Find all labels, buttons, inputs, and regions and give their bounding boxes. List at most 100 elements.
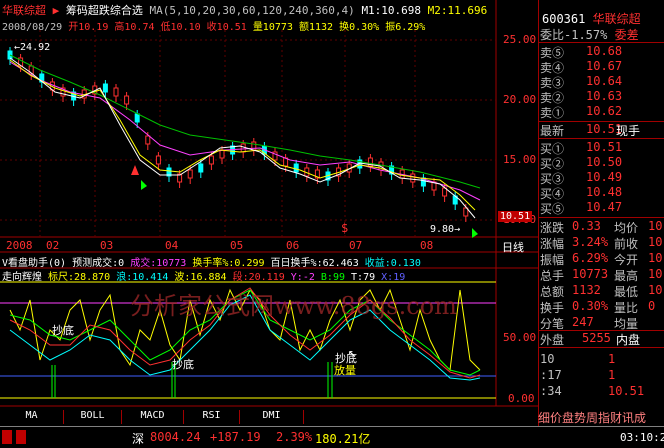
- buy-price: 10.47: [586, 200, 623, 214]
- stat-value: 1132: [572, 283, 601, 297]
- time-02: 02: [46, 239, 60, 252]
- stat-label: 总额: [540, 285, 565, 299]
- status-bar: 深 8004.24 +187.19 2.39% 180.21亿 03:10:2: [0, 426, 664, 448]
- stat-label-2: 均价: [614, 221, 639, 235]
- status-pct: 2.39%: [276, 430, 313, 444]
- tab-dmi[interactable]: DMI: [240, 410, 304, 424]
- sub2-title[interactable]: 走向辉煌: [2, 272, 42, 283]
- sell-row: 卖④ 10.67: [538, 59, 664, 75]
- tab-rsi[interactable]: RSI: [184, 410, 240, 424]
- latest-label: 最新: [540, 124, 565, 138]
- buy-row: 买③ 10.49: [538, 170, 664, 186]
- buy-arrow-icon: [131, 165, 139, 175]
- status-change: +187.19: [210, 430, 261, 444]
- stat-label: 涨幅: [540, 237, 565, 251]
- sell-label: 卖①: [540, 106, 565, 120]
- stat-label: 换手: [540, 301, 565, 315]
- candle: [134, 113, 140, 123]
- sell-row: 卖② 10.63: [538, 89, 664, 105]
- stat-value: 10773: [572, 267, 609, 281]
- latest-row: 最新 10.51 现手: [538, 122, 664, 138]
- watermark: 分析家公式网www.88gs.com: [130, 292, 457, 320]
- sell-row: 卖③ 10.64: [538, 74, 664, 90]
- indicator-name[interactable]: 筹码超跌综合选: [66, 4, 143, 17]
- candle: [240, 143, 246, 153]
- weibi-row: 委比-1.57% 委差: [540, 26, 639, 43]
- tab-macd[interactable]: MACD: [122, 410, 184, 424]
- sub2-t: T:79: [351, 272, 376, 283]
- candle: [113, 87, 119, 97]
- stat-label-2: 量比: [614, 301, 639, 315]
- buy-row: 买⑤ 10.47: [538, 200, 664, 216]
- stat-label-2: 最低: [614, 285, 639, 299]
- quote-bottom-tabs[interactable]: 细价盘势周指财讯成: [538, 409, 646, 426]
- stat-row: 振幅 6.29% 今开 10: [538, 251, 664, 267]
- sell-price: 10.64: [586, 74, 623, 88]
- time-06: 06: [286, 239, 300, 252]
- buy-row: 买① 10.51: [538, 140, 664, 156]
- buy-price: 10.50: [586, 155, 623, 169]
- candle: [102, 83, 108, 93]
- stat-row: 总额 1132 最低 10: [538, 283, 664, 299]
- tick-time: :34: [540, 384, 562, 398]
- latest-suffix: 现手: [616, 124, 641, 138]
- stat-label-2: 均量: [614, 317, 639, 331]
- mouse-cursor-icon: ↖: [348, 345, 357, 361]
- bottom-label-2: 抄底: [172, 358, 194, 371]
- candle: [208, 155, 214, 165]
- stat-row: 涨幅 3.24% 前收 10: [538, 235, 664, 251]
- price-axis-25: 25.00: [503, 33, 537, 46]
- candlesticks: [7, 47, 469, 222]
- sell-price: 10.68: [586, 44, 623, 58]
- stat-value-2: 10: [648, 283, 663, 297]
- buy-label: 买⑤: [540, 202, 565, 216]
- time-08: 08: [420, 239, 434, 252]
- sub2-x: X:19: [381, 272, 406, 283]
- info-amount: 额1132: [298, 22, 334, 33]
- dollar-mark: $: [341, 221, 349, 235]
- sell-row: 卖① 10.62: [538, 104, 664, 120]
- stat-label-2: 前收: [614, 237, 639, 251]
- tick-row: :34 10.51: [538, 384, 664, 399]
- stat-label-2: 最高: [614, 269, 639, 283]
- current-price-tag: 10.51: [498, 211, 533, 222]
- up-arrow-icon: [141, 180, 147, 190]
- buy-price: 10.48: [586, 185, 623, 199]
- ma-line-long: [9, 54, 481, 189]
- tick-value: 1: [608, 352, 616, 366]
- stat-row: 涨跌 0.33 均价 10: [538, 219, 664, 235]
- stat-value-2: 10: [648, 219, 663, 233]
- buy-price: 10.51: [586, 140, 623, 154]
- line-type-label[interactable]: 日线: [502, 239, 524, 255]
- stat-value-2: 10: [648, 251, 663, 265]
- sub2-header: 走向辉煌 标尺:28.870 浪:10.414 波:16.884 段:20.11…: [2, 268, 405, 283]
- stat-label: 总手: [540, 269, 565, 283]
- tab-ma[interactable]: MA: [0, 410, 64, 424]
- title-bar: 华联综超 ▶ 筹码超跌综合选 MA(5,10,20,30,60,120,240,…: [2, 2, 487, 18]
- tick-time: :17: [540, 368, 562, 382]
- sell-price: 10.67: [586, 59, 623, 73]
- tick-row: :17 1: [538, 368, 664, 383]
- candle: [198, 163, 204, 173]
- low-price-mark: 9.80→: [430, 224, 461, 235]
- buy-price: 10.49: [586, 170, 623, 184]
- tab-boll[interactable]: BOLL: [64, 410, 122, 424]
- candle: [293, 163, 299, 173]
- buy-row: 买② 10.50: [538, 155, 664, 171]
- info-volume: 量10773: [252, 22, 293, 33]
- quote-stock-name: 华联综超: [592, 12, 641, 26]
- stat-label: 分笔: [540, 317, 565, 331]
- candle: [410, 173, 416, 183]
- high-price-mark: ←24.92: [14, 42, 51, 53]
- stat-value: 0.30%: [572, 299, 609, 313]
- stat-value: 6.29%: [572, 251, 609, 265]
- price-axis-15: 15.00: [503, 153, 537, 166]
- ma-line-short: [9, 59, 476, 211]
- status-amount: 180.21亿: [315, 432, 371, 446]
- ma-m2: M2:11.696: [427, 4, 488, 17]
- sell-price: 10.62: [586, 104, 623, 118]
- kline-chart[interactable]: [0, 0, 538, 410]
- time-03: 03: [100, 239, 114, 252]
- stat-value: 3.24%: [572, 235, 609, 249]
- sub2-axis-0: 0.00: [508, 392, 535, 405]
